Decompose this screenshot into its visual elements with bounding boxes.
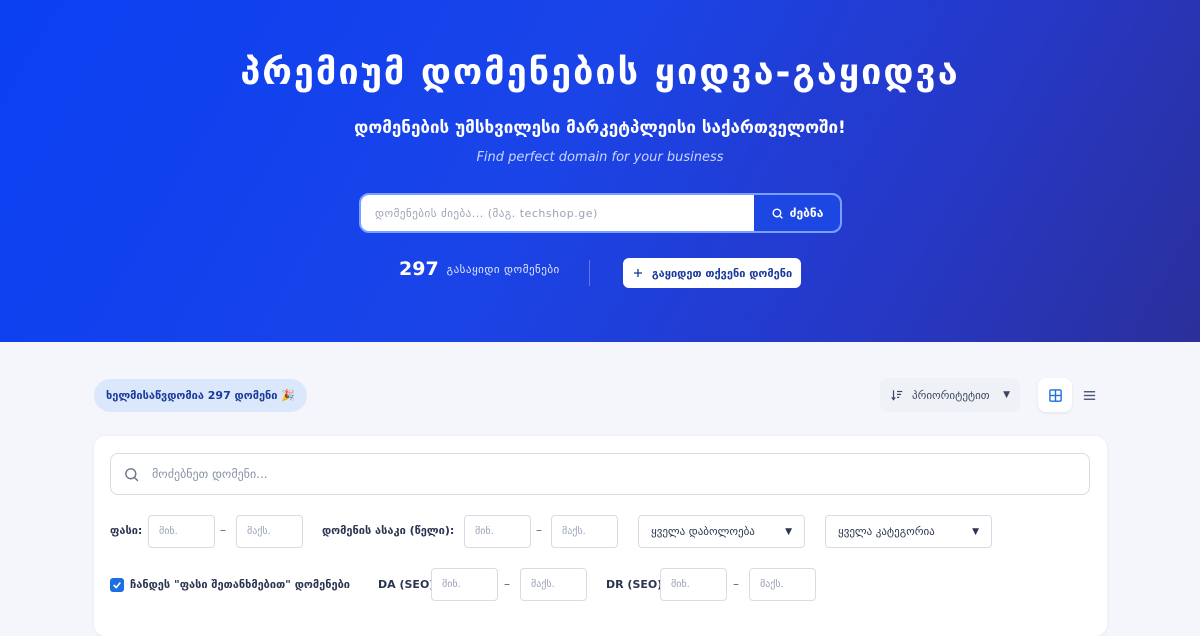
list-icon xyxy=(1083,390,1095,400)
hero-subtitle: დომენების უმსხვილესი მარკეტპლეისი საქართ… xyxy=(354,118,846,138)
stats-count: 297 xyxy=(399,258,439,280)
negotiable-checkbox[interactable] xyxy=(110,578,124,592)
stats-divider xyxy=(589,260,590,286)
list-view-toggle[interactable] xyxy=(1072,378,1106,412)
sell-button-label: გაყიდეთ თქვენი დომენი xyxy=(651,266,793,280)
dr-min-input[interactable] xyxy=(660,568,727,601)
filter-search-box xyxy=(110,453,1090,495)
plus-icon xyxy=(633,269,642,277)
price-max-input[interactable] xyxy=(236,515,303,548)
filter-panel: ფასი: – დომენის ასაკი (წელი): – ყველა და… xyxy=(94,436,1107,636)
category-select[interactable]: ყველა კატეგორია ▼ xyxy=(825,515,992,548)
dr-label: DR (SEO): xyxy=(606,578,667,591)
tld-select-value: ყველა დაბოლოება xyxy=(651,525,755,538)
age-dash: – xyxy=(536,523,542,537)
da-dash: – xyxy=(504,577,510,591)
grid-view-toggle[interactable] xyxy=(1038,378,1072,412)
stats-label: გასაყიდი დომენები xyxy=(446,262,560,276)
category-select-value: ყველა კატეგორია xyxy=(838,525,935,538)
chevron-down-icon: ▼ xyxy=(1003,390,1010,400)
price-dash: – xyxy=(220,523,226,537)
price-label: ფასი: xyxy=(110,524,143,537)
caret-down-icon: ▼ xyxy=(785,526,792,537)
available-count-badge: ხელმისაწვდომია 297 დომენი 🎉 xyxy=(94,379,308,412)
search-icon xyxy=(772,207,783,219)
da-max-input[interactable] xyxy=(520,568,587,601)
caret-down-icon: ▼ xyxy=(972,526,979,537)
dr-max-input[interactable] xyxy=(749,568,816,601)
sort-icon xyxy=(891,390,903,401)
hero-section: პრემიუმ დომენების ყიდვა-გაყიდვა დომენები… xyxy=(0,0,1200,342)
hero-subtitle-en: Find perfect domain for your business xyxy=(476,150,724,165)
price-min-input[interactable] xyxy=(148,515,215,548)
check-icon xyxy=(113,581,121,589)
hero-title: პრემიუმ დომენების ყიდვა-გაყიდვა xyxy=(240,52,960,93)
domain-age-label: დომენის ასაკი (წელი): xyxy=(322,524,455,537)
filter-search-input[interactable] xyxy=(152,467,1077,481)
tld-select[interactable]: ყველა დაბოლოება ▼ xyxy=(638,515,805,548)
dr-dash: – xyxy=(733,577,739,591)
sell-domain-button[interactable]: გაყიდეთ თქვენი დომენი xyxy=(623,258,801,288)
sort-label: პრიორიტეტით xyxy=(912,388,990,402)
grid-icon xyxy=(1048,388,1062,402)
sort-dropdown[interactable]: პრიორიტეტით ▼ xyxy=(880,378,1020,412)
age-min-input[interactable] xyxy=(464,515,531,548)
search-icon xyxy=(125,467,139,481)
da-label: DA (SEO): xyxy=(378,578,439,591)
search-button-label: ძებნა xyxy=(789,206,824,220)
da-min-input[interactable] xyxy=(431,568,498,601)
hero-search-bar: ძებნა xyxy=(359,193,842,233)
age-max-input[interactable] xyxy=(551,515,618,548)
negotiable-label: ჩანდეს "ფასი შეთანხმებით" დომენები xyxy=(130,578,350,591)
hero-search-button[interactable]: ძებნა xyxy=(754,195,840,231)
hero-search-input[interactable] xyxy=(361,195,754,231)
domain-stats: 297 გასაყიდი დომენები xyxy=(399,258,560,280)
